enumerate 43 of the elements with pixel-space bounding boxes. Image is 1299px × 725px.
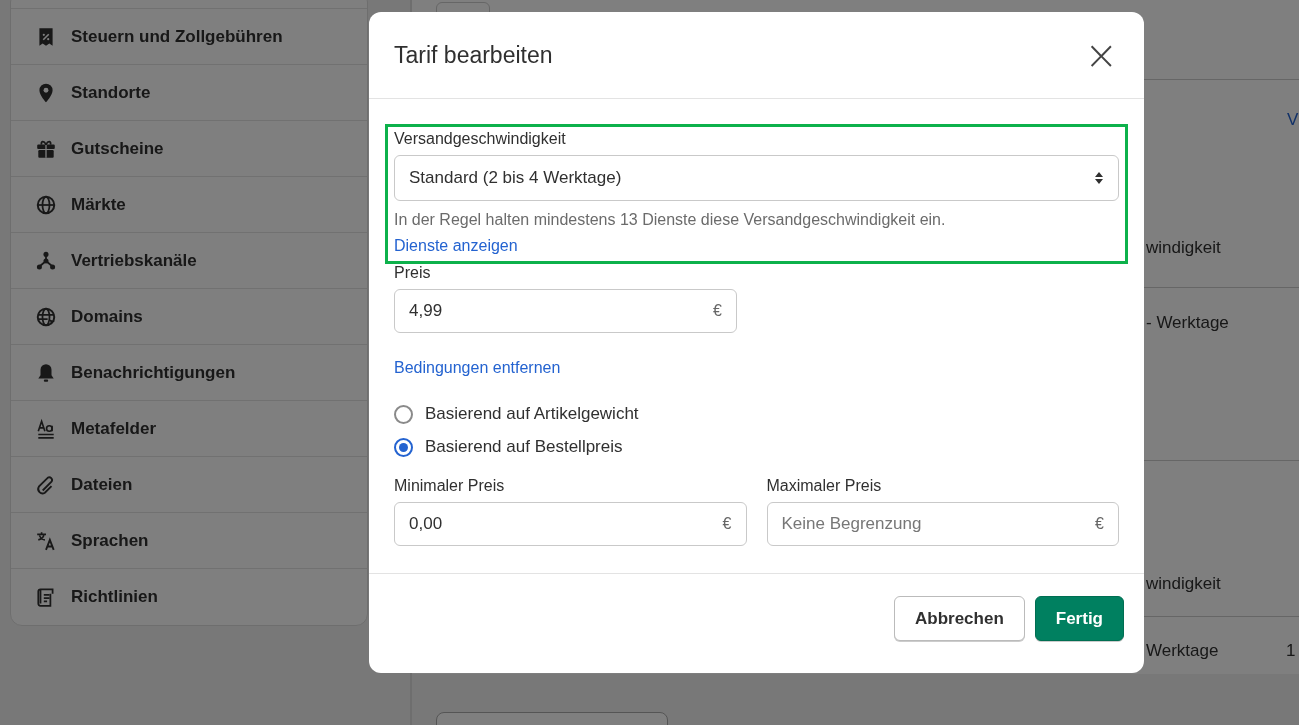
sidebar-item[interactable]: Metafelder: [11, 400, 367, 456]
close-button[interactable]: ×: [1078, 35, 1124, 75]
show-services-link[interactable]: Dienste anzeigen: [394, 237, 518, 255]
radio-label[interactable]: Basierend auf Bestellpreis: [425, 437, 623, 457]
cancel-button[interactable]: Abbrechen: [893, 596, 1025, 641]
radio-label[interactable]: Basierend auf Artikelgewicht: [425, 404, 639, 424]
row-text: 1: [1286, 641, 1296, 661]
sidebar-item[interactable]: Vertriebskanäle: [11, 232, 367, 288]
help-text: In der Regel halten mindestens 13 Dienste diese Versandgeschwindigkeit ein.: [394, 211, 947, 229]
field-label: Preis: [394, 264, 432, 282]
text-icon: [35, 417, 57, 440]
translate-icon: [35, 529, 57, 552]
radio-button[interactable]: [394, 404, 413, 424]
sort-arrows-icon: [1094, 171, 1104, 185]
dialog-title: Tarif bearbeiten: [394, 41, 553, 69]
max-price-field[interactable]: Keine Begrenzung €: [766, 502, 1119, 546]
speed-select[interactable]: Standard (2 bis 4 Werktage): [394, 155, 1119, 201]
sidebar-item[interactable]: Märkte: [11, 176, 367, 232]
sidebar-item[interactable]: Dateien: [11, 456, 367, 512]
field-label: Minimaler Preis: [394, 477, 506, 495]
field-label: Versandgeschwindigkeit: [394, 130, 567, 148]
sidebar-item[interactable]: Steuern und Zollgebühren: [11, 8, 367, 64]
globe-icon: [35, 193, 57, 216]
sidebar-item[interactable]: Sprachen: [11, 512, 367, 568]
sidebar-item[interactable]: Domains: [11, 288, 367, 344]
row-text: windigkeit: [1146, 574, 1221, 594]
sidebar-item[interactable]: Benachrichtigungen: [11, 344, 367, 400]
network-icon: [35, 249, 57, 272]
row-text: windigkeit: [1146, 238, 1221, 258]
radio-button[interactable]: [394, 437, 413, 457]
bell-icon: [35, 361, 57, 384]
link[interactable]: V: [1287, 110, 1299, 130]
row-text: Werktage: [1146, 641, 1219, 661]
sidebar-item[interactable]: Richtlinien: [11, 568, 367, 624]
field-label: Maximaler Preis: [766, 477, 883, 495]
price-field[interactable]: 4,99 €: [394, 289, 737, 333]
globe-icon: [35, 305, 57, 328]
min-price-field[interactable]: 0,00 €: [394, 502, 747, 546]
sidebar-item[interactable]: Standorte: [11, 64, 367, 120]
remove-conditions-link[interactable]: Bedingungen entfernen: [394, 359, 561, 377]
sidebar-item[interactable]: Gutscheine: [11, 120, 367, 176]
done-button[interactable]: Fertig: [1034, 596, 1124, 641]
row-text: - Werktage: [1146, 313, 1229, 333]
